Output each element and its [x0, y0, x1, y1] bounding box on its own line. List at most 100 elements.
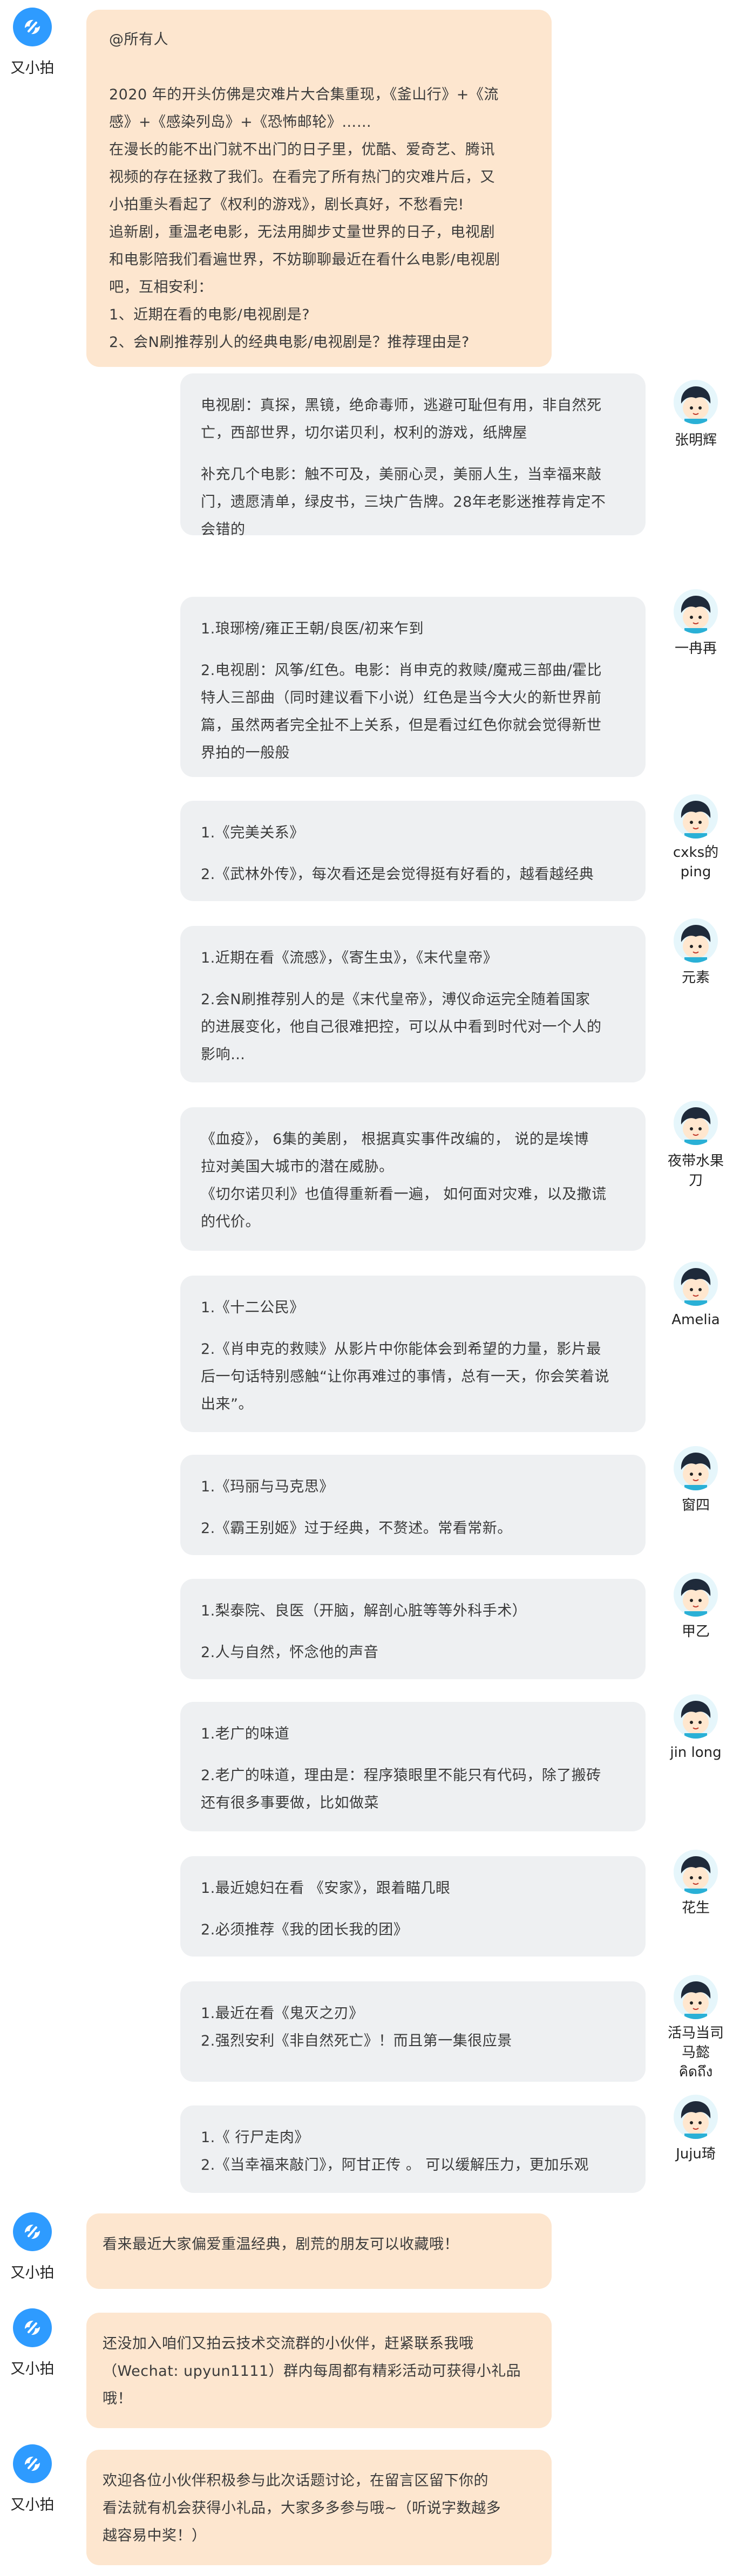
message-text-line: 的代价。	[201, 1214, 260, 1230]
message-text-line: 和电影陪我们看遍世界，不妨聊聊最近在看什么电影/电视剧	[109, 251, 500, 268]
upyun-logo-icon	[25, 2320, 40, 2335]
user-avatar-icon	[674, 1975, 718, 2019]
user-avatar[interactable]	[674, 1694, 718, 1739]
message-text-line: 看法就有机会获得小礼品，大家多多参与哦~（听说字数越多	[103, 2500, 501, 2517]
message-text-line: 特人三部曲（同时建议看下小说）红色是当今大火的新世界前	[201, 690, 602, 706]
message-text-line: 看来最近大家偏爱重温经典，剧荒的朋友可以收藏哦！	[103, 2236, 459, 2253]
message-text-line: 1.琅琊榜/雍正王朝/良医/初来乍到	[201, 621, 424, 637]
message-text-line: 小拍重头看起了《权利的游戏》，剧长真好，不愁看完!	[109, 196, 464, 213]
message-text-line: 1.老广的味道	[201, 1726, 290, 1742]
message-paragraph: 2.老广的味道，理由是：程序猿眼里不能只有代码，除了搬砖 还有很多事要做，比如做菜	[201, 1762, 625, 1817]
bot-avatar[interactable]	[13, 2308, 52, 2347]
user-message-bubble: 1.近期在看《流感》，《寄生虫》，《末代皇帝》 2.会N刷推荐别人的是《末代皇帝》…	[180, 926, 646, 1082]
message-text-line: 《切尔诺贝利》也值得重新看一遍， 如何面对灾难，以及撒谎	[201, 1186, 607, 1203]
message-text-line: 欢迎各位小伙伴积极参与此次话题讨论，在留言区留下你的	[103, 2472, 488, 2489]
user-avatar-icon	[674, 2095, 718, 2139]
message-text-line: 追新剧，重温老电影，无法用脚步丈量世界的日子，电视剧	[109, 224, 495, 241]
bot-avatar[interactable]	[13, 2212, 52, 2251]
message-paragraph: 1.《玛丽与马克思》	[201, 1473, 625, 1501]
message-paragraph: 1.《完美关系》	[201, 819, 625, 847]
message-paragraph: 补充几个电影：触不可及，美丽心灵，美丽人生，当幸福来敲 门，遗愿清单，绿皮书，三块…	[201, 461, 625, 543]
message-text-line: 电视剧：真探，黑镜，绝命毒师，逃避可耻但有用，非自然死	[201, 397, 602, 414]
message-text-line: （Wechat: upyun1111）群内每周都有精彩活动可获得小礼品	[103, 2363, 521, 2380]
upyun-logo-icon	[25, 2456, 40, 2471]
user-avatar[interactable]	[674, 1101, 718, 1145]
user-name: 元素	[681, 970, 710, 986]
bot-message-bubble: @所有人 2020 年的开头仿佛是灾难片大合集重现，《釜山行》+《流 感》+《感染…	[86, 10, 552, 367]
user-avatar[interactable]	[674, 1572, 718, 1617]
message-text-line: 视频的存在拯救了我们。在看完了所有热门的灾难片后，又	[109, 169, 495, 186]
message-paragraph: 1.近期在看《流感》，《寄生虫》，《末代皇帝》	[201, 944, 625, 972]
bot-message-bubble: 看来最近大家偏爱重温经典，剧荒的朋友可以收藏哦！	[86, 2213, 552, 2289]
bot-name: 又小拍	[10, 2361, 55, 2377]
user-avatar[interactable]	[674, 918, 718, 963]
message-text-line	[109, 53, 529, 81]
message-text-line: @所有人	[109, 31, 168, 48]
bot-name: 又小拍	[10, 60, 55, 77]
message-text-line: 2.强烈安利《非自然死亡》！而且第一集很应景	[201, 2033, 512, 2049]
message-text-line: 越容易中奖！）	[103, 2527, 207, 2544]
user-name: Juju琦	[676, 2146, 716, 2162]
user-name: 张明辉	[674, 432, 717, 448]
message-text-line: 1.《 行尸走肉》	[201, 2129, 309, 2146]
message-text-line: 1.《完美关系》	[201, 824, 304, 841]
message-text-line: 篇，虽然两者完全扯不上关系，但是看过红色你就会觉得新世	[201, 717, 602, 734]
user-avatar-icon	[674, 380, 718, 424]
message-paragraph: 1.老广的味道	[201, 1720, 625, 1748]
message-paragraph: 1.《十二公民》	[201, 1294, 625, 1321]
user-message-bubble: 电视剧：真探，黑镜，绝命毒师，逃避可耻但有用，非自然死 亡，西部世界，切尔诺贝利，…	[180, 373, 646, 538]
message-text-line: 吧，互相安利：	[109, 279, 213, 296]
user-message-bubble: 1.琅琊榜/雍正王朝/良医/初来乍到 2.电视剧：风筝/红色。电影：肖申克的救赎/…	[180, 597, 646, 777]
message-text-line: 1.《十二公民》	[201, 1299, 304, 1316]
user-avatar[interactable]	[674, 1850, 718, 1894]
message-text-line: 1、近期在看的电影/电视剧是?	[109, 306, 310, 323]
message-text-line: 2.老广的味道，理由是：程序猿眼里不能只有代码，除了搬砖	[201, 1767, 601, 1784]
user-message-bubble: 1.老广的味道 2.老广的味道，理由是：程序猿眼里不能只有代码，除了搬砖 还有很多事…	[180, 1702, 646, 1831]
message-paragraph: 2.电视剧：风筝/红色。电影：肖申克的救赎/魔戒三部曲/霍比 特人三部曲（同时建议…	[201, 657, 625, 767]
bot-avatar[interactable]	[13, 8, 52, 46]
user-message-bubble: 1.梨泰院、良医（开脑，解剖心脏等等外科手术） 2.人与自然，怀念他的声音	[180, 1579, 646, 1679]
message-paragraph: 2.《肖申克的救赎》从影片中你能体会到希望的力量，影片最 后一句话特别感触“让你再…	[201, 1335, 625, 1418]
bot-message-bubble: 欢迎各位小伙伴积极参与此次话题讨论，在留言区留下你的 看法就有机会获得小礼品，大家…	[86, 2450, 552, 2565]
user-avatar-icon	[674, 1850, 718, 1894]
message-text-line: 2.会N刷推荐别人的是《末代皇帝》，溥仪命运完全随着国家	[201, 991, 591, 1008]
user-avatar[interactable]	[674, 380, 718, 424]
message-text-line: 2.必须推荐《我的团长我的团》	[201, 1921, 409, 1938]
user-avatar[interactable]	[674, 1975, 718, 2019]
user-avatar[interactable]	[674, 589, 718, 633]
message-text-line: 门，遗愿清单，绿皮书，三块广告牌。28年老影迷推荐肯定不	[201, 494, 606, 510]
user-avatar-icon	[674, 794, 718, 839]
message-paragraph: 1.最近在看《鬼灭之刃》 2.强烈安利《非自然死亡》！而且第一集很应景	[201, 2000, 625, 2055]
user-avatar[interactable]	[674, 1262, 718, 1306]
user-avatar[interactable]	[674, 2095, 718, 2139]
user-avatar[interactable]	[674, 794, 718, 839]
user-name: 花生	[681, 1900, 710, 1916]
message-text-line: 还有很多事要做，比如做菜	[201, 1795, 379, 1811]
message-text-line: 拉对美国大城市的潜在威胁。	[201, 1158, 394, 1175]
bot-name: 又小拍	[10, 2497, 55, 2513]
message-text-line: 感》+《感染列岛》+《恐怖邮轮》……	[109, 114, 372, 131]
user-name: 夜带水果刀	[667, 1153, 724, 1189]
user-message-bubble: 1.《 行尸走肉》 2.《当幸福来敲门》，阿甘正传 。 可以缓解压力，更加乐观	[180, 2105, 646, 2193]
user-message-bubble: 1.《十二公民》 2.《肖申克的救赎》从影片中你能体会到希望的力量，影片最 后一句话…	[180, 1276, 646, 1432]
user-message-bubble: 1.《完美关系》 2.《武林外传》，每次看还是会觉得挺有好看的，越看越经典	[180, 801, 646, 901]
message-text-line: 2.电视剧：风筝/红色。电影：肖申克的救赎/魔戒三部曲/霍比	[201, 662, 602, 679]
user-name: 窗四	[681, 1497, 710, 1514]
user-avatar-icon	[674, 1101, 718, 1145]
bot-avatar[interactable]	[13, 2444, 52, 2483]
message-text-line: 1.近期在看《流感》，《寄生虫》，《末代皇帝》	[201, 950, 498, 966]
message-paragraph: 1.琅琊榜/雍正王朝/良医/初来乍到	[201, 615, 625, 643]
message-text-line: 2.《霸王别姬》过于经典，不赘述。常看常新。	[201, 1520, 512, 1537]
user-name: jin long	[670, 1744, 722, 1761]
message-text-line: 1.最近媳妇在看 《安家》，跟着瞄几眼	[201, 1880, 451, 1897]
message-text-line: 《血疫》， 6集的美剧， 根据真实事件改编的， 说的是埃博	[201, 1131, 589, 1148]
user-avatar[interactable]	[674, 1446, 718, 1490]
user-name: 活马当司马懿 คิดถึง	[667, 2025, 724, 2080]
user-avatar-icon	[674, 589, 718, 633]
message-text-line: 1.最近在看《鬼灭之刃》	[201, 2005, 364, 2022]
message-text-line: 界拍的一般般	[201, 745, 290, 761]
user-name: Amelia	[671, 1312, 720, 1328]
message-paragraph: 1.《 行尸走肉》 2.《当幸福来敲门》，阿甘正传 。 可以缓解压力，更加乐观	[201, 2124, 625, 2179]
message-text-line: 1.梨泰院、良医（开脑，解剖心脏等等外科手术）	[201, 1603, 527, 1619]
message-text-line: 2.人与自然，怀念他的声音	[201, 1644, 379, 1661]
